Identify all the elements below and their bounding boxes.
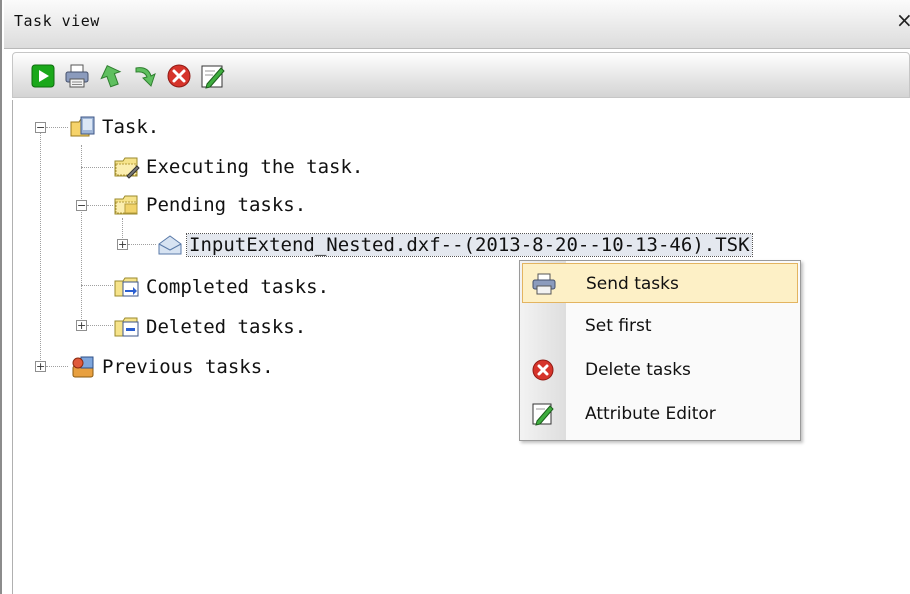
envelope-icon — [158, 235, 182, 255]
tree-node-label: Completed tasks. — [146, 276, 330, 298]
attribute-editor-icon — [201, 65, 225, 89]
start-icon — [31, 64, 55, 88]
deleted-folder-icon — [114, 317, 139, 337]
context-menu: Send tasks Set first Delete tasks Attrib… — [519, 260, 801, 441]
delete-icon — [167, 64, 191, 88]
delete-button[interactable] — [165, 62, 193, 90]
task-folder-icon — [70, 116, 95, 137]
task-view-panel: Task view × − − + + + Task. Executing th… — [0, 0, 910, 594]
tree-node-executing[interactable]: Executing the task. — [113, 152, 365, 182]
expander-task-file[interactable]: + — [117, 239, 128, 250]
attribute-editor-button[interactable] — [199, 62, 227, 90]
executing-folder-icon — [114, 157, 140, 179]
move-down-icon — [135, 67, 156, 87]
print-button[interactable] — [63, 62, 91, 90]
menu-item-attribute-editor[interactable]: Attribute Editor — [522, 394, 798, 434]
pending-folder-icon — [114, 195, 138, 215]
tree-node-label: InputExtend_Nested.dxf--(2013-8-20--10-1… — [186, 233, 753, 257]
title-bar: Task view × — [4, 0, 910, 49]
tree-node-label: Task. — [102, 116, 160, 138]
move-up-button[interactable] — [97, 62, 125, 90]
move-up-icon — [100, 64, 122, 88]
expander-pending[interactable]: − — [76, 200, 87, 211]
expander-task[interactable]: − — [35, 122, 46, 133]
tree-node-label: Deleted tasks. — [146, 316, 307, 338]
printer-icon — [532, 273, 556, 295]
menu-item-send-tasks[interactable]: Send tasks — [522, 263, 798, 303]
completed-folder-icon — [114, 277, 139, 297]
tree-node-label: Executing the task. — [146, 156, 364, 178]
expander-deleted[interactable]: + — [76, 320, 87, 331]
tree-node-deleted[interactable]: Deleted tasks. — [113, 312, 308, 342]
menu-item-set-first[interactable]: Set first — [522, 306, 798, 346]
menu-item-label: Delete tasks — [585, 360, 691, 380]
delete-icon — [532, 359, 554, 381]
move-down-button[interactable] — [131, 62, 159, 90]
attribute-editor-icon — [532, 403, 554, 426]
toolbar — [12, 52, 910, 98]
menu-item-delete-tasks[interactable]: Delete tasks — [522, 350, 798, 390]
menu-item-label: Attribute Editor — [585, 404, 716, 424]
tree-node-previous[interactable]: Previous tasks. — [69, 352, 276, 382]
close-button[interactable]: × — [896, 8, 910, 32]
printer-icon — [65, 64, 89, 88]
tree-node-task-file[interactable]: InputExtend_Nested.dxf--(2013-8-20--10-1… — [156, 230, 753, 260]
tree-node-task[interactable]: Task. — [69, 112, 161, 142]
expander-previous[interactable]: + — [35, 361, 46, 372]
window-title: Task view — [14, 12, 100, 30]
tree-node-label: Previous tasks. — [102, 356, 274, 378]
previous-tasks-icon — [72, 356, 94, 378]
start-button[interactable] — [29, 62, 57, 90]
tree-node-label: Pending tasks. — [146, 194, 307, 216]
tree-node-completed[interactable]: Completed tasks. — [113, 272, 331, 302]
menu-item-label: Set first — [585, 316, 652, 336]
tree-node-pending[interactable]: Pending tasks. — [113, 190, 308, 220]
menu-item-label: Send tasks — [586, 274, 679, 294]
